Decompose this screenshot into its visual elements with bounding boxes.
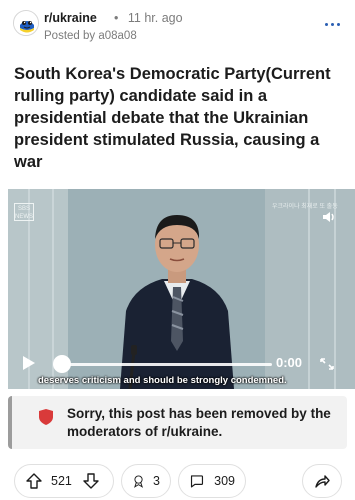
- award-button[interactable]: 3: [121, 464, 171, 498]
- removed-notice: Sorry, this post has been removed by the…: [8, 396, 347, 449]
- progress-bar[interactable]: [62, 363, 272, 366]
- sbs-news-logo: SBS NEWS: [14, 203, 34, 221]
- comments-button[interactable]: 309: [178, 464, 246, 498]
- video-player[interactable]: SBS NEWS 우크라이나 최재로 또 출동 0:00 deserves cr…: [8, 189, 355, 389]
- post-actions: 521 3 309: [0, 462, 355, 500]
- post-header: r/ukraine • 11 hr. ago Posted by a08a08: [0, 0, 355, 56]
- award-icon: [134, 475, 143, 488]
- award-count: 3: [153, 474, 160, 488]
- vote-count: 521: [51, 474, 72, 488]
- stage-line: [308, 189, 310, 389]
- subreddit-avatar[interactable]: [13, 10, 39, 36]
- comment-count: 309: [214, 474, 235, 488]
- share-icon: [315, 475, 330, 488]
- removed-notice-text: Sorry, this post has been removed by the…: [67, 406, 331, 439]
- separator-dot: •: [114, 11, 119, 25]
- video-caption: deserves criticism and should be strongl…: [38, 375, 287, 386]
- play-icon[interactable]: [22, 355, 36, 371]
- posted-by[interactable]: Posted by a08a08: [44, 30, 137, 42]
- subreddit-name[interactable]: r/ukraine: [44, 11, 97, 25]
- upvote-icon[interactable]: [25, 472, 43, 490]
- post-title[interactable]: South Korea's Democratic Party(Current r…: [14, 63, 346, 173]
- downvote-icon[interactable]: [82, 472, 100, 490]
- post-age: • 11 hr. ago: [114, 11, 183, 25]
- shield-icon: [39, 409, 53, 425]
- fullscreen-icon[interactable]: [319, 357, 335, 371]
- progress-knob[interactable]: [53, 355, 71, 373]
- video-time: 0:00: [276, 355, 303, 370]
- comment-icon: [190, 475, 204, 488]
- share-button[interactable]: [302, 464, 342, 498]
- post-age-text: 11 hr. ago: [127, 11, 183, 25]
- more-options-icon[interactable]: [320, 16, 344, 32]
- vote-control: 521: [14, 464, 114, 498]
- volume-icon[interactable]: [321, 209, 337, 225]
- speaker-figure: [120, 215, 234, 389]
